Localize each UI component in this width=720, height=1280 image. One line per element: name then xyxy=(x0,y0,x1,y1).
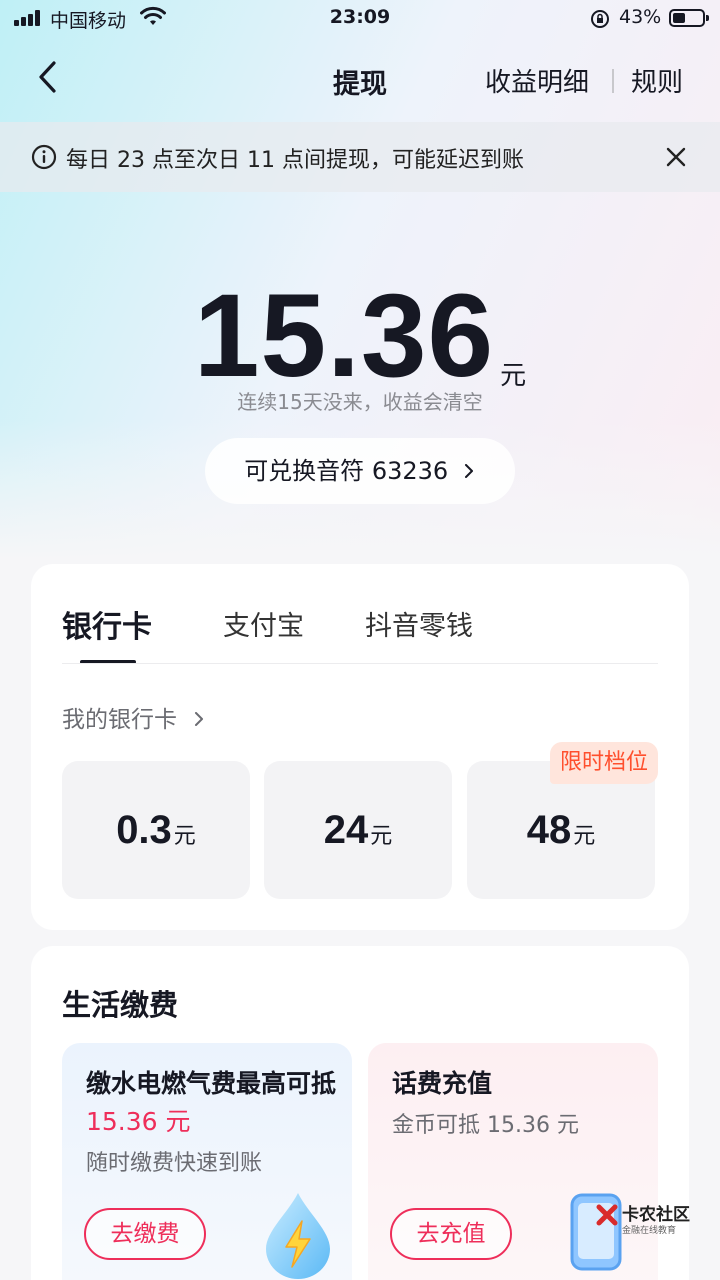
amount-option[interactable]: 24元 xyxy=(264,761,452,899)
withdraw-card: 银行卡 支付宝 抖音零钱 我的银行卡 0.3元 24元 48元 限时档位 xyxy=(31,564,689,930)
rules-link[interactable]: 规则 xyxy=(631,62,683,99)
phone-recharge-tile[interactable]: 话费充值 金币可抵 15.36 元 去充值 xyxy=(368,1043,658,1280)
tab-alipay[interactable]: 支付宝 xyxy=(223,604,304,643)
lightning-drop-icon xyxy=(266,1193,330,1279)
utilities-title-text: 缴水电燃气费最高可抵 xyxy=(86,1069,337,1098)
watermark-logo: 卡农社区 金融在线教育 xyxy=(596,1196,708,1242)
phone-recharge-subtitle: 金币可抵 15.36 元 xyxy=(392,1113,579,1138)
exchange-label: 可兑换音符 63236 xyxy=(244,457,449,485)
tab-divider xyxy=(62,663,658,664)
watermark-name: 卡农社区 xyxy=(622,1205,690,1225)
tab-bank-card[interactable]: 银行卡 xyxy=(62,602,152,646)
rotation-lock-icon xyxy=(591,10,609,28)
status-bar: 中国移动 23:09 43% xyxy=(0,0,720,40)
life-bills-card: 生活缴费 缴水电燃气费最高可抵 15.36 元 随时缴费快速到账 去缴费 话费充… xyxy=(31,946,689,1280)
kanong-logo-icon xyxy=(596,1204,618,1226)
balance-expiry-warning: 连续15天没来，收益会清空 xyxy=(237,390,483,414)
exchange-notes-button[interactable]: 可兑换音符 63236 xyxy=(205,438,515,504)
pay-bills-button[interactable]: 去缴费 xyxy=(84,1208,206,1260)
balance-value: 15.36 xyxy=(193,270,495,402)
chevron-right-icon xyxy=(464,463,473,478)
battery-percent: 43% xyxy=(619,6,662,28)
utilities-subtitle: 随时缴费快速到账 xyxy=(86,1151,263,1176)
utilities-deduct-amount: 15.36 元 xyxy=(86,1107,191,1136)
section-title: 生活缴费 xyxy=(62,988,179,1022)
amount-option-unit: 元 xyxy=(370,824,393,849)
tab-douyin-wallet[interactable]: 抖音零钱 xyxy=(365,604,473,643)
phone-recharge-title: 话费充值 xyxy=(392,1069,493,1098)
my-bank-card-link[interactable]: 我的银行卡 xyxy=(62,700,206,734)
chevron-right-icon xyxy=(195,712,204,726)
watermark-tagline: 金融在线教育 xyxy=(622,1226,677,1236)
clock: 23:09 xyxy=(329,6,391,28)
info-icon xyxy=(31,144,57,170)
nav-bar: 提现 收益明细 规则 xyxy=(0,44,720,114)
amount-option[interactable]: 0.3元 xyxy=(62,761,250,899)
limited-time-badge: 限时档位 xyxy=(550,742,659,784)
utilities-title: 缴水电燃气费最高可抵 15.36 元 xyxy=(86,1065,336,1141)
amount-option-unit: 元 xyxy=(573,824,596,849)
nav-divider xyxy=(612,69,614,93)
amount-option-unit: 元 xyxy=(173,824,196,849)
balance-amount: 15.36 元 xyxy=(0,268,720,402)
notice-bar: 每日 23 点至次日 11 点间提现，可能延迟到账 xyxy=(0,122,720,192)
amount-option-value: 0.3 xyxy=(116,808,172,852)
amount-option-value: 48 xyxy=(526,808,572,852)
close-icon[interactable] xyxy=(662,143,690,171)
battery-icon xyxy=(669,9,709,27)
utilities-payment-tile[interactable]: 缴水电燃气费最高可抵 15.36 元 随时缴费快速到账 去缴费 xyxy=(62,1043,352,1280)
my-bank-card-label: 我的银行卡 xyxy=(62,707,177,733)
recharge-button[interactable]: 去充值 xyxy=(390,1208,512,1260)
notice-text: 每日 23 点至次日 11 点间提现，可能延迟到账 xyxy=(66,148,524,173)
earnings-detail-link[interactable]: 收益明细 xyxy=(485,62,589,99)
amount-option-value: 24 xyxy=(323,808,369,852)
